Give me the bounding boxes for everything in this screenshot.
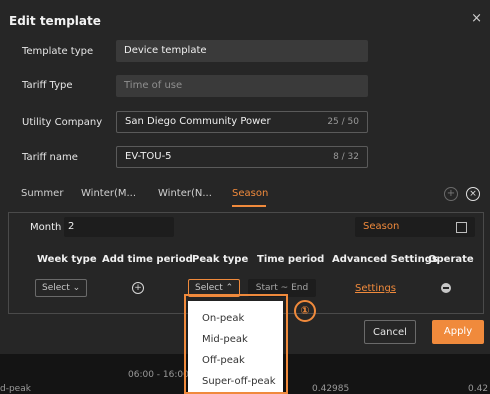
template-type-label: Template type bbox=[22, 46, 94, 57]
cancel-button[interactable]: Cancel bbox=[364, 320, 416, 344]
time-separator: ~ bbox=[280, 283, 289, 293]
dropdown-option-super-off-peak[interactable]: Super-off-peak bbox=[202, 376, 276, 387]
close-icon[interactable]: × bbox=[471, 11, 482, 26]
header-add-time-period: Add time period bbox=[102, 254, 193, 265]
header-peak-type: Peak type bbox=[192, 254, 249, 265]
dialog-title: Edit template bbox=[9, 14, 101, 28]
season-value: Season bbox=[363, 221, 400, 232]
tariff-name-input[interactable]: EV-TOU-5 8 / 32 bbox=[116, 146, 368, 168]
utility-company-input[interactable]: San Diego Community Power 25 / 50 bbox=[116, 111, 368, 133]
time-range-picker[interactable]: Start ~ End bbox=[248, 279, 316, 297]
tariff-name-counter: 8 / 32 bbox=[333, 152, 359, 162]
month-input[interactable]: 2 bbox=[64, 217, 174, 237]
tab-summer[interactable]: Summer bbox=[21, 188, 63, 199]
dropdown-option-on-peak[interactable]: On-peak bbox=[202, 313, 244, 324]
peak-type-select-label: Select bbox=[195, 283, 223, 293]
peak-type-dropdown: On-peak Mid-peak Off-peak Super-off-peak bbox=[188, 301, 283, 394]
utility-company-value: San Diego Community Power bbox=[125, 116, 271, 127]
time-end: End bbox=[291, 283, 309, 293]
tariff-type-label: Tariff Type bbox=[22, 80, 73, 91]
month-label: Month bbox=[30, 222, 62, 233]
tariff-name-value: EV-TOU-5 bbox=[125, 151, 172, 162]
add-time-period-icon[interactable]: + bbox=[132, 282, 144, 294]
chevron-up-icon: ⌃ bbox=[225, 283, 234, 293]
background-peak-text: d-peak bbox=[0, 384, 31, 394]
background-value-2: 0.42 bbox=[468, 384, 489, 394]
background-value-1: 0.42985 bbox=[312, 384, 350, 394]
header-time-period: Time period bbox=[257, 254, 325, 265]
settings-link[interactable]: Settings bbox=[355, 283, 396, 294]
dropdown-option-mid-peak[interactable]: Mid-peak bbox=[202, 334, 248, 345]
utility-company-counter: 25 / 50 bbox=[327, 117, 359, 127]
tab-winter-n[interactable]: Winter(N... bbox=[158, 188, 212, 199]
remove-tab-icon[interactable]: × bbox=[466, 187, 480, 201]
template-type-field: Device template bbox=[116, 40, 368, 62]
apply-button[interactable]: Apply bbox=[432, 320, 484, 344]
tariff-name-label: Tariff name bbox=[22, 152, 78, 163]
tab-winter-m[interactable]: Winter(M... bbox=[81, 188, 136, 199]
utility-company-label: Utility Company bbox=[22, 117, 103, 128]
chevron-down-icon: ⌄ bbox=[72, 283, 81, 293]
week-type-select[interactable]: Select ⌄ bbox=[35, 279, 88, 297]
time-start: Start bbox=[255, 283, 278, 293]
add-tab-icon[interactable]: + bbox=[444, 187, 458, 201]
tariff-type-field: Time of use bbox=[116, 75, 368, 97]
annotation-number-badge: ① bbox=[294, 300, 316, 322]
active-tab-indicator bbox=[232, 205, 266, 207]
dropdown-option-off-peak[interactable]: Off-peak bbox=[202, 355, 245, 366]
header-operate: Operate bbox=[428, 254, 474, 265]
header-advanced-settings: Advanced Settings bbox=[332, 254, 438, 265]
remove-row-icon[interactable] bbox=[441, 283, 451, 293]
background-time-text: 06:00 - 16:00 bbox=[128, 370, 189, 380]
edit-icon[interactable] bbox=[456, 222, 467, 233]
peak-type-select[interactable]: Select ⌃ bbox=[188, 279, 241, 297]
week-type-select-label: Select bbox=[42, 283, 70, 293]
tab-season[interactable]: Season bbox=[232, 188, 268, 199]
season-field[interactable]: Season bbox=[355, 217, 475, 237]
header-week-type: Week type bbox=[37, 254, 97, 265]
